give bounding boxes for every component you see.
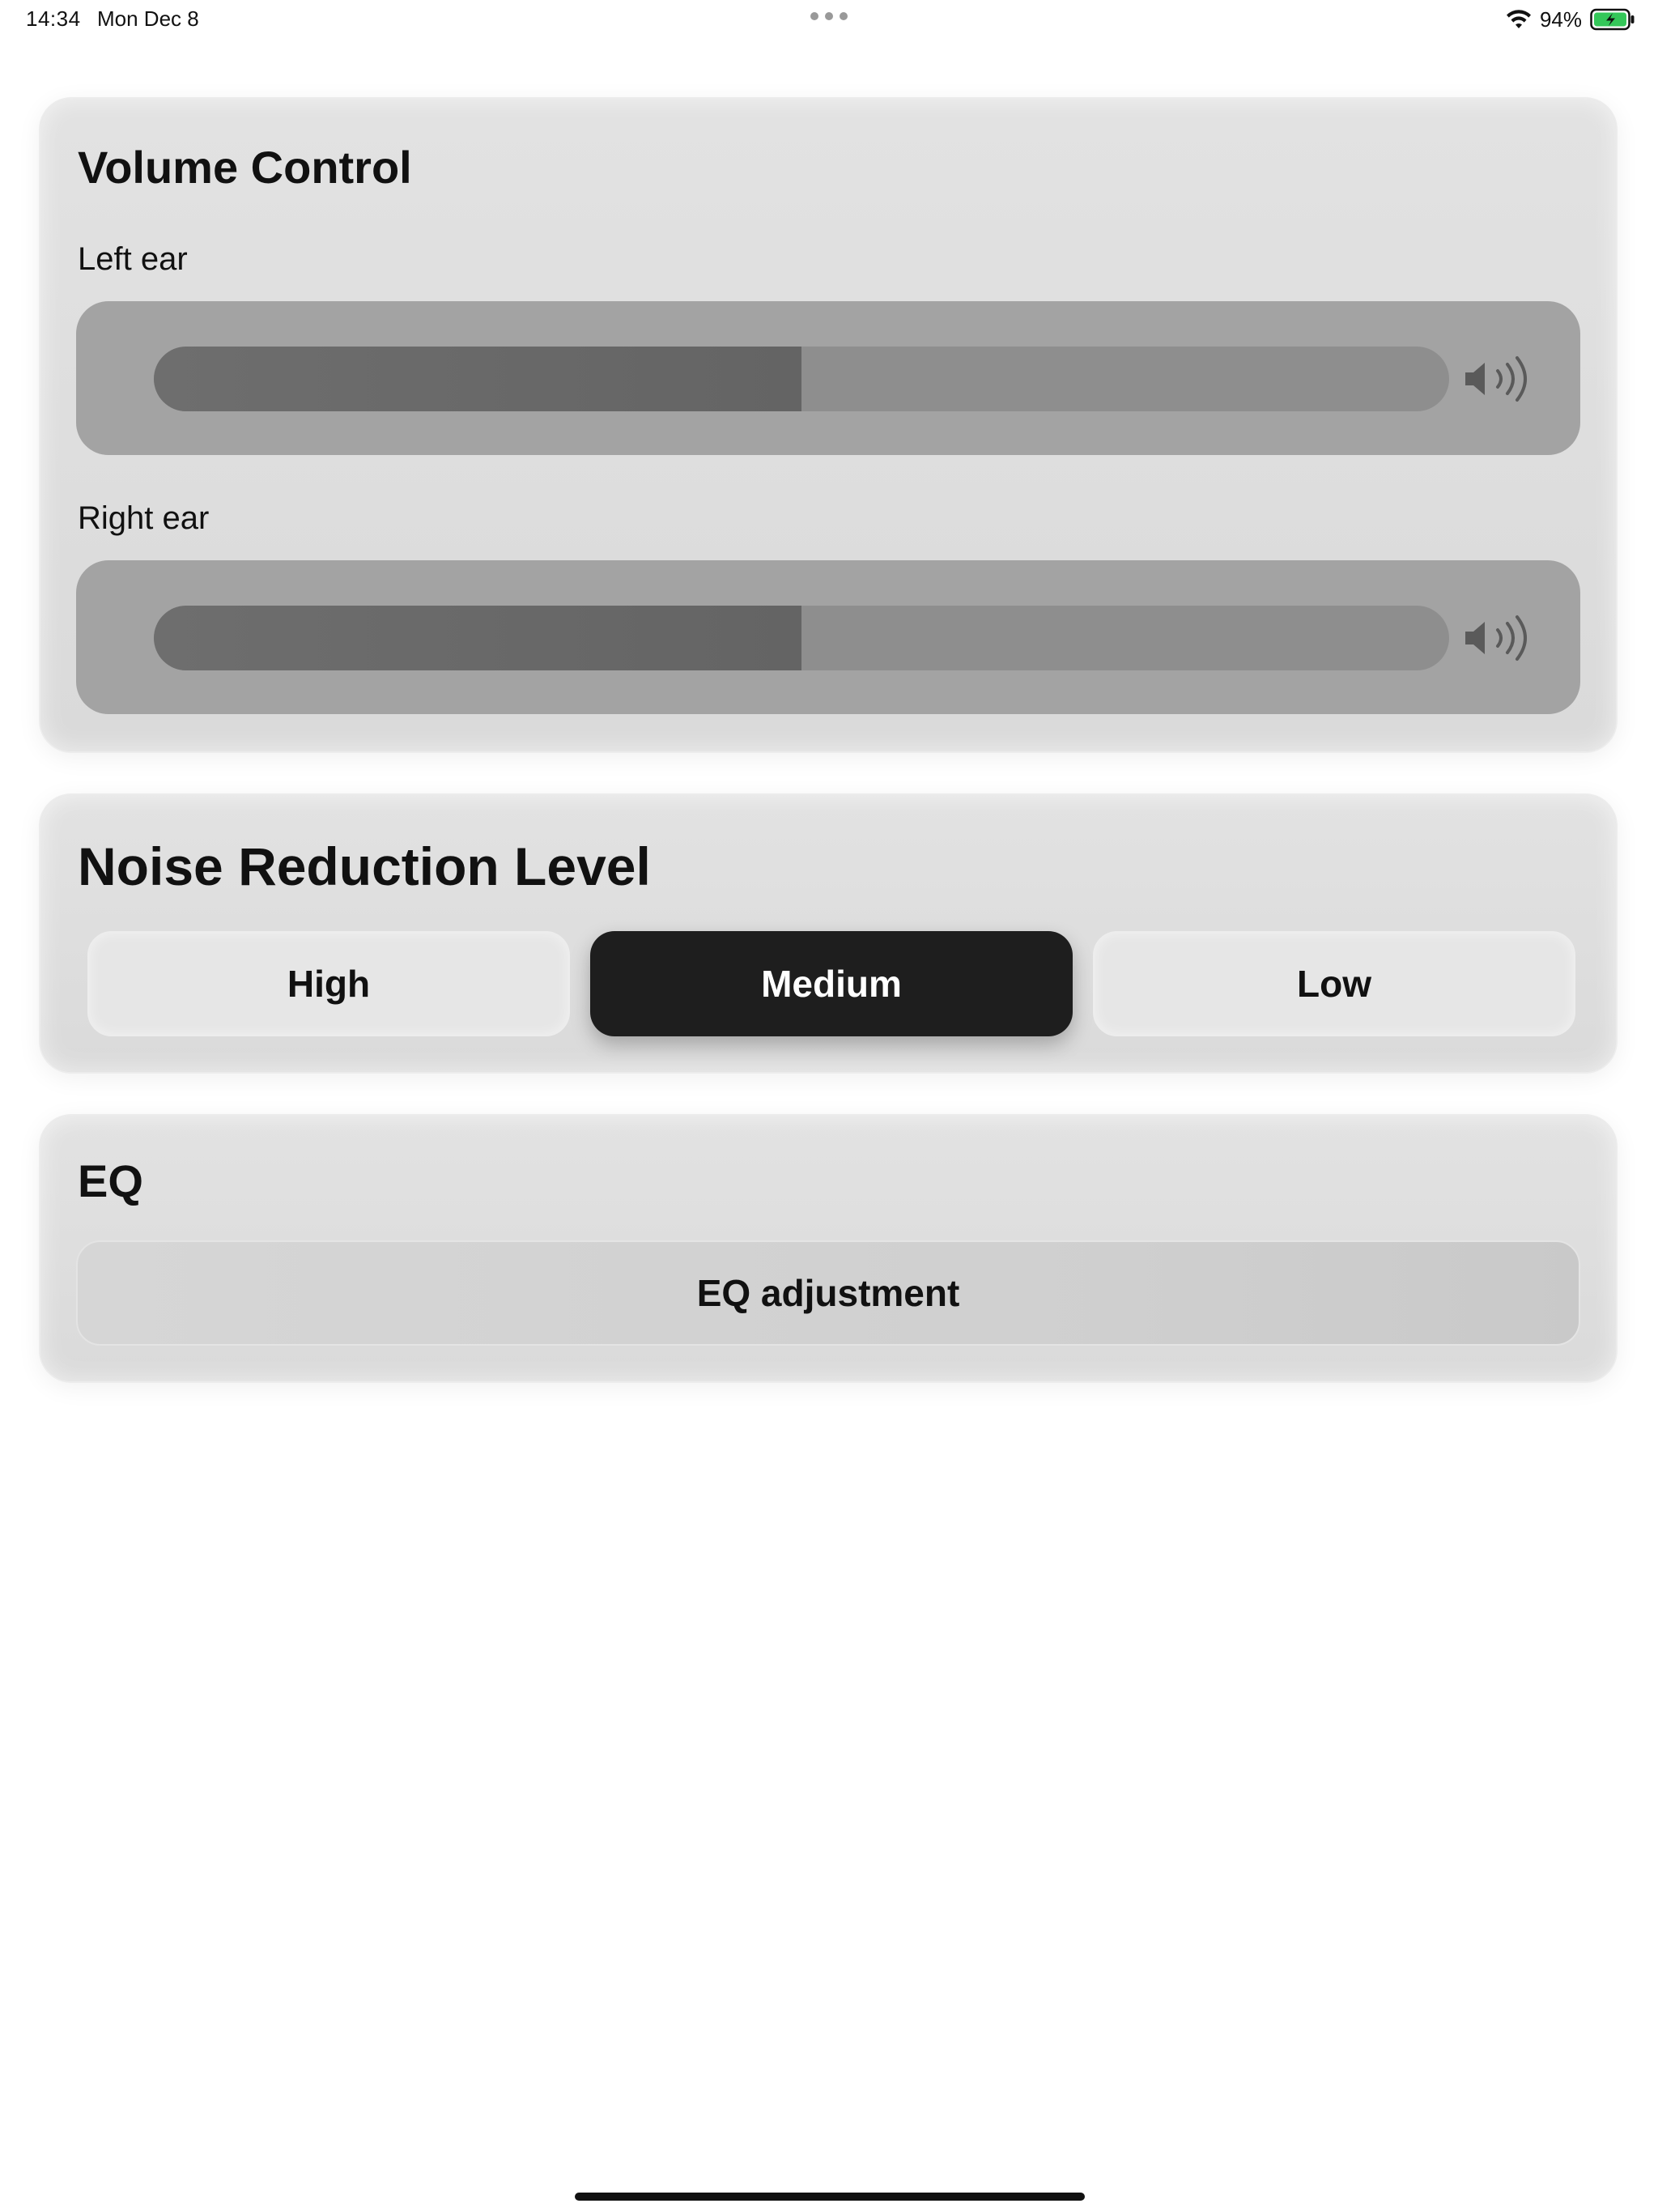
- left-ear-label: Left ear: [78, 241, 188, 277]
- noise-reduction-card: Noise Reduction Level High Medium Low: [39, 793, 1618, 1074]
- status-bar: 14:34 Mon Dec 8 94%: [0, 0, 1658, 39]
- more-dots-icon[interactable]: [810, 8, 848, 24]
- speaker-volume-icon: [1465, 356, 1527, 402]
- noise-level-medium-button[interactable]: Medium: [590, 931, 1073, 1036]
- battery-charging-icon: [1590, 8, 1635, 31]
- volume-control-card: Volume Control Left ear Right ear: [39, 97, 1618, 753]
- battery-percent: 94%: [1539, 6, 1582, 32]
- eq-title: EQ: [78, 1155, 143, 1206]
- app-page: 14:34 Mon Dec 8 94% Volume Control Left …: [0, 0, 1658, 2212]
- left-ear-slider-panel: [76, 301, 1580, 455]
- right-ear-volume-slider[interactable]: [154, 606, 1449, 670]
- status-right: 94%: [1506, 5, 1635, 34]
- speaker-volume-icon: [1465, 615, 1527, 661]
- wifi-icon: [1506, 10, 1531, 28]
- eq-card: EQ EQ adjustment: [39, 1114, 1618, 1383]
- eq-adjustment-button[interactable]: EQ adjustment: [76, 1240, 1580, 1346]
- right-ear-slider-panel: [76, 560, 1580, 714]
- right-ear-slider-fill: [154, 606, 801, 670]
- left-ear-slider-fill: [154, 347, 801, 411]
- volume-control-title: Volume Control: [78, 142, 412, 193]
- noise-level-high-button[interactable]: High: [87, 931, 570, 1036]
- right-ear-label: Right ear: [78, 500, 210, 536]
- noise-level-segmented-control: High Medium Low: [87, 931, 1575, 1036]
- status-date: Mon Dec 8: [97, 6, 199, 31]
- noise-reduction-title: Noise Reduction Level: [78, 836, 651, 896]
- status-time: 14:34: [26, 6, 81, 31]
- left-ear-volume-slider[interactable]: [154, 347, 1449, 411]
- noise-level-low-button[interactable]: Low: [1093, 931, 1575, 1036]
- home-indicator[interactable]: [575, 2193, 1085, 2201]
